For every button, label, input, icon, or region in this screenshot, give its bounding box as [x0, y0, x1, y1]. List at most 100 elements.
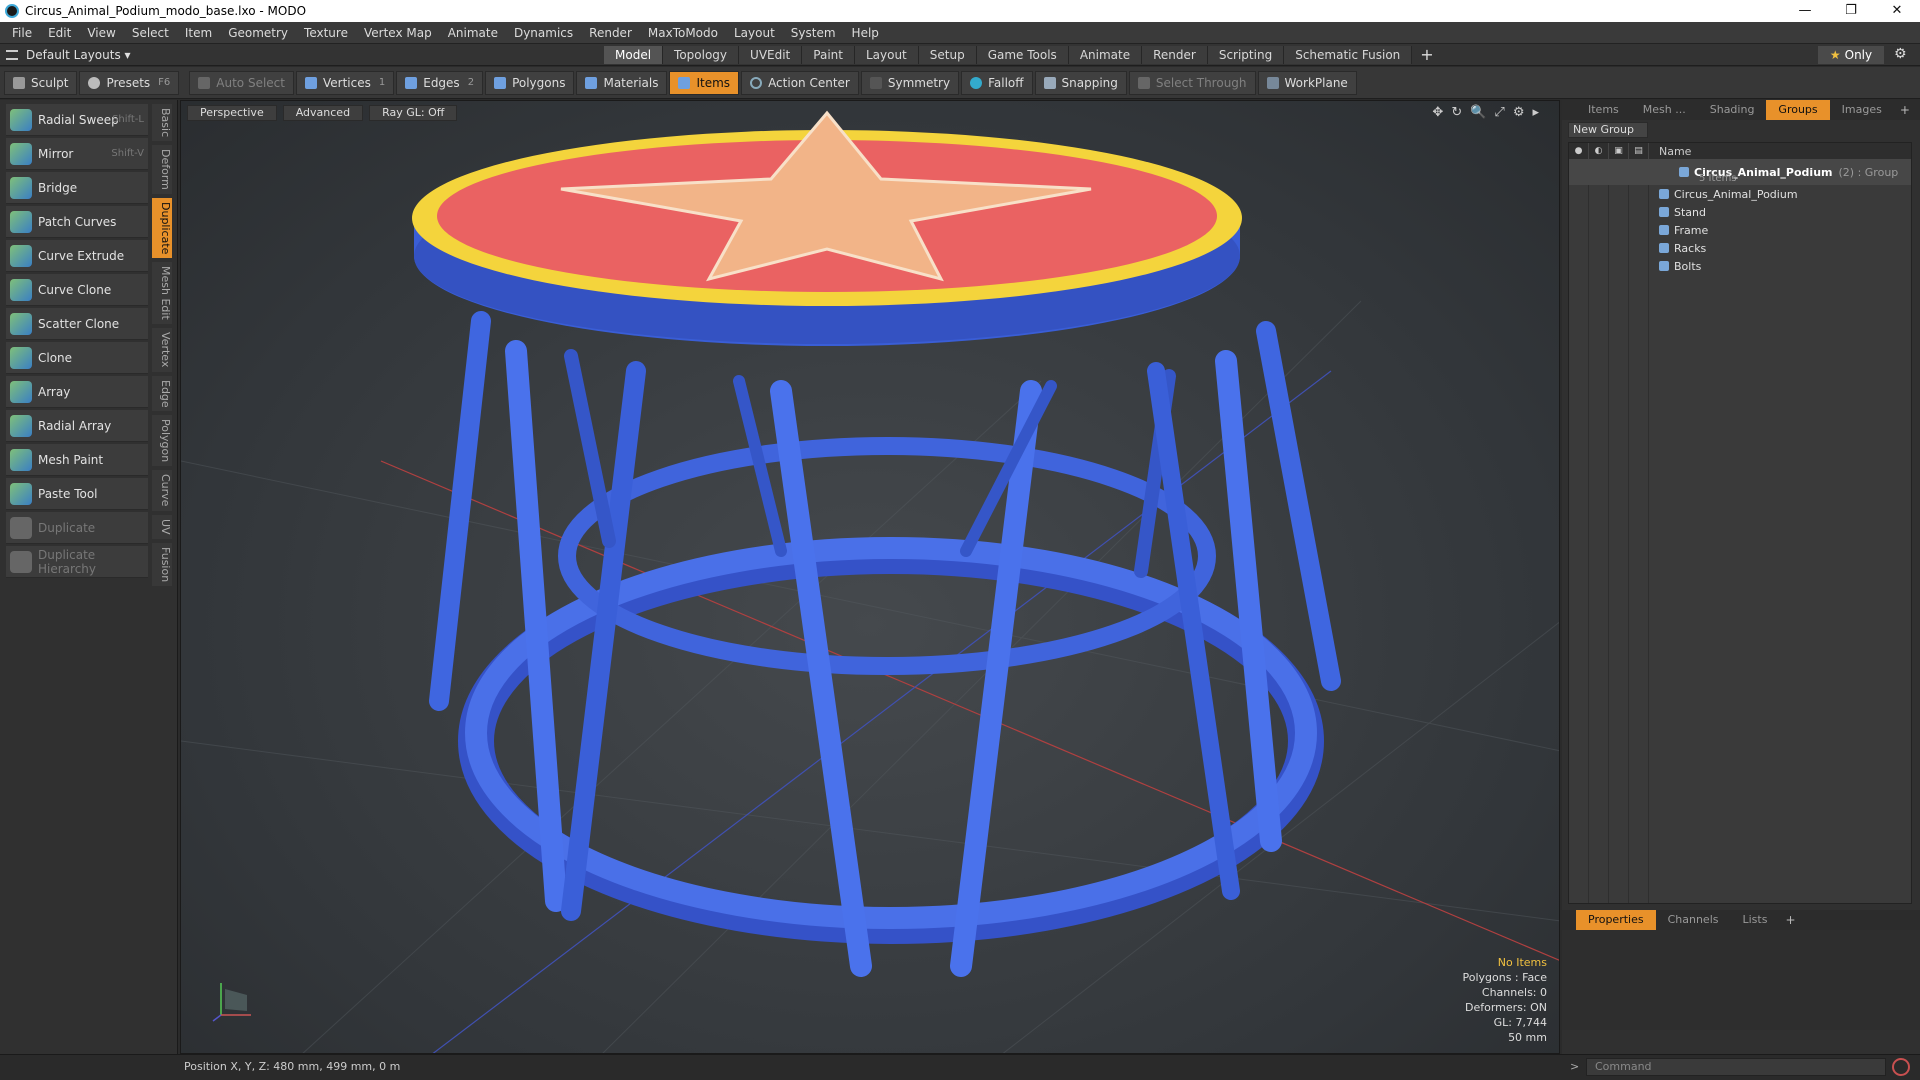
snapping-button[interactable]: Snapping — [1034, 70, 1127, 95]
tab-paint[interactable]: Paint — [802, 46, 855, 64]
minimize-button[interactable]: — — [1782, 0, 1828, 22]
gear-icon[interactable]: ⚙ — [1894, 46, 1907, 62]
visibility-col-icon[interactable]: ● — [1569, 143, 1589, 159]
viewport-ray-gl-off-button[interactable]: Ray GL: Off — [369, 105, 458, 121]
tool-radial-sweep[interactable]: Radial Sweep Shift-L — [6, 104, 148, 136]
edges-button[interactable]: Edges 2 — [396, 70, 484, 95]
tab-game-tools[interactable]: Game Tools — [976, 46, 1069, 64]
group-item-frame[interactable]: Frame — [1569, 221, 1911, 239]
3d-viewport[interactable]: Perspective Advanced Ray GL: Off ✥ ↻ 🔍 ⤢ ⚙ ▸ No… — [180, 100, 1560, 1054]
panel-tab-channels[interactable]: Channels — [1656, 910, 1731, 930]
viewport-advanced-button[interactable]: Advanced — [282, 105, 364, 121]
polygons-button[interactable]: Polygons — [485, 70, 575, 95]
panel-tab-shading[interactable]: Shading — [1698, 100, 1767, 120]
viewport-perspective-button[interactable]: Perspective — [187, 105, 277, 121]
tool-bridge[interactable]: Bridge — [6, 172, 148, 204]
vtab-deform[interactable]: Deform — [152, 145, 172, 195]
panel-tab-groups[interactable]: Groups — [1766, 100, 1830, 120]
tab-scripting[interactable]: Scripting — [1207, 46, 1285, 64]
add-panel-tab-icon[interactable]: + — [1894, 103, 1916, 117]
vtab-polygon[interactable]: Polygon — [152, 415, 172, 467]
tool-radial-array[interactable]: Radial Array — [6, 410, 148, 442]
menu-texture[interactable]: Texture — [296, 22, 356, 44]
tool-scatter-clone[interactable]: Scatter Clone — [6, 308, 148, 340]
zoom-view-icon[interactable]: 🔍 — [1470, 105, 1486, 120]
menu-system[interactable]: System — [783, 22, 844, 44]
menu-file[interactable]: File — [4, 22, 40, 44]
tool-curve-extrude[interactable]: Curve Extrude — [6, 240, 148, 272]
tool-mesh-paint[interactable]: Mesh Paint — [6, 444, 148, 476]
menu-animate[interactable]: Animate — [440, 22, 506, 44]
auto-select-button[interactable]: Auto Select — [189, 70, 294, 95]
menu-dynamics[interactable]: Dynamics — [506, 22, 581, 44]
vtab-basic[interactable]: Basic — [152, 104, 172, 142]
add-property-tab-icon[interactable]: + — [1779, 913, 1801, 927]
vtab-curve[interactable]: Curve — [152, 470, 172, 511]
tool-curve-clone[interactable]: Curve Clone — [6, 274, 148, 306]
tab-render[interactable]: Render — [1142, 46, 1208, 64]
vtab-uv[interactable]: UV — [152, 514, 172, 539]
tool-clone[interactable]: Clone — [6, 342, 148, 374]
menu-layout[interactable]: Layout — [726, 22, 783, 44]
vtab-mesh-edit[interactable]: Mesh Edit — [152, 262, 172, 325]
add-tab-icon[interactable]: + — [1412, 46, 1441, 64]
view-settings-icon[interactable]: ⚙ — [1513, 105, 1525, 120]
group-item-bolts[interactable]: Bolts — [1569, 257, 1911, 275]
sculpt-button[interactable]: Sculpt — [4, 70, 78, 95]
symmetry-button[interactable]: Symmetry — [860, 70, 960, 95]
presets-button[interactable]: Presets F6 — [79, 70, 180, 95]
tool-paste-tool[interactable]: Paste Tool — [6, 478, 148, 510]
panel-tab-lists[interactable]: Lists — [1731, 910, 1780, 930]
tab-schematic-fusion[interactable]: Schematic Fusion — [1284, 46, 1413, 64]
menu-help[interactable]: Help — [844, 22, 887, 44]
vtab-edge[interactable]: Edge — [152, 375, 172, 412]
items-button[interactable]: Items — [669, 70, 740, 95]
menu-vertex-map[interactable]: Vertex Map — [356, 22, 440, 44]
tab-topology[interactable]: Topology — [663, 46, 740, 64]
panel-tab-mesh[interactable]: Mesh ... — [1631, 100, 1698, 120]
tab-layout[interactable]: Layout — [854, 46, 919, 64]
only-button[interactable]: ★ Only — [1818, 46, 1884, 64]
restore-button[interactable]: ❐ — [1828, 0, 1874, 22]
render-col-icon[interactable]: ◐ — [1589, 143, 1609, 159]
layout-selector[interactable]: Default Layouts ▾ — [6, 44, 131, 66]
menu-render[interactable]: Render — [581, 22, 640, 44]
name-column-header[interactable]: Name — [1649, 145, 1691, 158]
group-item-stand[interactable]: Stand — [1569, 203, 1911, 221]
menu-item[interactable]: Item — [177, 22, 220, 44]
select-through-button[interactable]: Select Through — [1128, 70, 1256, 95]
move-view-icon[interactable]: ✥ — [1432, 105, 1443, 120]
lock-col-icon[interactable]: ▣ — [1609, 143, 1629, 159]
action-center-button[interactable]: Action Center — [741, 70, 859, 95]
panel-tab-items[interactable]: Items — [1576, 100, 1631, 120]
command-input[interactable]: Command — [1586, 1058, 1886, 1076]
tool-patch-curves[interactable]: Patch Curves — [6, 206, 148, 238]
select-col-icon[interactable]: ▤ — [1629, 143, 1649, 159]
vertices-button[interactable]: Vertices 1 — [295, 70, 395, 95]
menu-view[interactable]: View — [79, 22, 123, 44]
vtab-fusion[interactable]: Fusion — [152, 542, 172, 586]
rotate-view-icon[interactable]: ↻ — [1451, 105, 1462, 120]
menu-maxtomodo[interactable]: MaxToModo — [640, 22, 726, 44]
tool-array[interactable]: Array — [6, 376, 148, 408]
workplane-button[interactable]: WorkPlane — [1257, 70, 1357, 95]
tool-mirror[interactable]: Mirror Shift-V — [6, 138, 148, 170]
materials-button[interactable]: Materials — [576, 70, 668, 95]
close-button[interactable]: ✕ — [1874, 0, 1920, 22]
menu-edit[interactable]: Edit — [40, 22, 79, 44]
tool-duplicate[interactable]: Duplicate — [6, 512, 148, 544]
panel-tab-images[interactable]: Images — [1830, 100, 1894, 120]
tab-setup[interactable]: Setup — [918, 46, 977, 64]
menu-select[interactable]: Select — [124, 22, 177, 44]
group-item-circus-animal-podium[interactable]: Circus_Animal_Podium — [1569, 185, 1911, 203]
maximize-view-icon[interactable]: ⤢ — [1494, 105, 1504, 120]
vtab-duplicate[interactable]: Duplicate — [152, 198, 172, 259]
group-item-racks[interactable]: Racks — [1569, 239, 1911, 257]
tab-uvedit[interactable]: UVEdit — [739, 46, 803, 64]
falloff-button[interactable]: Falloff — [961, 70, 1033, 95]
command-history-icon[interactable] — [1892, 1058, 1910, 1076]
tab-model[interactable]: Model — [604, 46, 664, 64]
panel-tab-properties[interactable]: Properties — [1576, 910, 1656, 930]
view-menu-icon[interactable]: ▸ — [1532, 105, 1539, 120]
group-row[interactable]: Circus_Animal_Podium (2) : Group 5 Items — [1569, 159, 1911, 185]
